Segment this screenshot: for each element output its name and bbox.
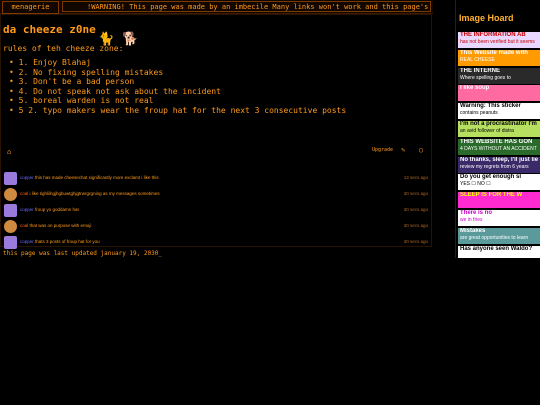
banner-headline: I'm not a procrastinator I'm bbox=[460, 121, 537, 127]
avatar[interactable] bbox=[4, 188, 17, 201]
banner-subline: are great opportunities to learn bbox=[460, 234, 529, 241]
sidebar-banner[interactable]: This Website made with REAL CHEESE bbox=[458, 49, 540, 66]
sidebar-banner[interactable]: THIS WEBSITE HAS GON 4 DAYS WITHOUT AN AC… bbox=[458, 138, 540, 155]
sidebar-banner[interactable]: I'm not a procrastinator I'm an avid foll… bbox=[458, 121, 540, 137]
rules-heading: rules of teh cheeze zone: bbox=[3, 44, 124, 53]
dog-sticker-icon: 🐕 bbox=[122, 32, 139, 47]
rule-item: 1. Enjoy Blahaj bbox=[9, 58, 346, 68]
banner-subline: REAL CHEESE bbox=[460, 56, 495, 63]
banner-headline: I like soup bbox=[460, 85, 490, 92]
chat-text: i like tighliihgjhgbuwtghjgtrwrgrgning a… bbox=[29, 191, 160, 196]
rule-item: 4. Do not speak not ask about the incide… bbox=[9, 87, 346, 97]
avatar[interactable] bbox=[4, 220, 17, 233]
sidebar-banner[interactable]: There is no we in fries bbox=[458, 210, 540, 226]
banner-subline: Where spelling goes to bbox=[460, 74, 511, 81]
edit-icon[interactable]: ✎ bbox=[401, 146, 405, 154]
sidebar-banner[interactable]: Mistakes are great opportunities to learn bbox=[458, 227, 540, 244]
chat-text: thats 3 posts of froup hat for you bbox=[35, 239, 100, 244]
chat-message: copper this has made cheesechat signific… bbox=[4, 172, 428, 187]
chat-timestamp: 30 secs ago bbox=[403, 239, 428, 244]
chat-username[interactable]: copper bbox=[20, 239, 34, 244]
top-bar: menagerie !WARNING! This page was made b… bbox=[0, 0, 433, 14]
chat-message: copper thats 3 posts of froup hat for yo… bbox=[4, 236, 428, 251]
sidebar-banner[interactable]: Warning: This sticker contains peanuts bbox=[458, 103, 540, 120]
page-title: da cheeze z0ne bbox=[3, 23, 96, 36]
chat-timestamp: 30 secs ago bbox=[403, 191, 428, 196]
banner-subline: YES ☐ NO ☐ bbox=[460, 181, 491, 188]
chat-message: coal that was on purpose with emoji 30 s… bbox=[4, 220, 428, 235]
chat-message: coal i like tighliihgjhgbuwtghjgtrwrgrgn… bbox=[4, 188, 428, 203]
banner-headline: THE INTERNE bbox=[460, 67, 501, 74]
chat-text: that was on purpose with emoji bbox=[29, 223, 92, 228]
chat-message: copper froup yo goddamn hat 30 secs ago bbox=[4, 204, 428, 219]
sidebar-banner[interactable]: Do you get enough sl YES ☐ NO ☐ bbox=[458, 174, 540, 191]
banner-headline: Warning: This sticker bbox=[460, 103, 521, 110]
banner-headline: Mistakes bbox=[460, 227, 486, 234]
image-hoard-sidebar: Image Hoard THE INFORMATION AB has not be… bbox=[455, 0, 540, 258]
chat-timestamp: 30 secs ago bbox=[403, 207, 428, 212]
chat-timestamp: 30 secs ago bbox=[403, 223, 428, 228]
sidebar-banner[interactable]: I like soup bbox=[458, 85, 540, 102]
banner-headline: SLEEP IS FOR THE W bbox=[460, 192, 523, 199]
chat-toolbar: ⌂ Upgrade ✎ ○ bbox=[5, 146, 427, 158]
menagerie-tab[interactable]: menagerie bbox=[2, 1, 59, 14]
banner-headline: This Website made with bbox=[460, 49, 528, 56]
gear-icon[interactable]: ○ bbox=[419, 146, 423, 154]
upgrade-link[interactable]: Upgrade bbox=[372, 147, 393, 153]
home-icon[interactable]: ⌂ bbox=[7, 148, 11, 156]
banner-headline: THE INFORMATION AB bbox=[460, 32, 526, 38]
last-updated-text: this page was last updated january 19, 2… bbox=[3, 250, 162, 257]
chat-timestamp: 13 secs ago bbox=[403, 175, 428, 180]
sidebar-banner[interactable]: THE INFORMATION AB has not been verified … bbox=[458, 32, 540, 48]
rule-item: 3. Don't be a bad person bbox=[9, 77, 346, 87]
banner-headline: Has anyone seen Waldo? bbox=[460, 245, 533, 252]
banner-subline: review my regrets from 6 years bbox=[460, 163, 529, 170]
avatar[interactable] bbox=[4, 236, 17, 249]
banner-headline: There is no bbox=[460, 210, 493, 216]
sidebar-banner[interactable]: SLEEP IS FOR THE W bbox=[458, 192, 540, 209]
banner-subline: has not been verified but it seems bbox=[460, 39, 535, 45]
banner-subline: an avid follower of distra bbox=[460, 128, 514, 134]
chat-username[interactable]: coal bbox=[20, 191, 28, 196]
warning-marquee: !WARNING! This page was made by an imbec… bbox=[62, 1, 431, 12]
chat-username[interactable]: copper bbox=[20, 207, 34, 212]
sidebar-banner[interactable]: THE INTERNE Where spelling goes to bbox=[458, 67, 540, 84]
sidebar-title: Image Hoard bbox=[459, 13, 514, 23]
sidebar-banner[interactable]: No thanks, sleep, I'll just lie review my… bbox=[458, 156, 540, 173]
chat-username[interactable]: copper bbox=[20, 175, 34, 180]
rule-item: 5. boreal warden is not real bbox=[9, 96, 346, 106]
banner-subline: 4 DAYS WITHOUT AN ACCIDENT bbox=[460, 145, 537, 152]
rule-item: 2. No fixing spelling mistakes bbox=[9, 68, 346, 78]
avatar[interactable] bbox=[4, 204, 17, 217]
avatar[interactable] bbox=[4, 172, 17, 185]
banner-subline: contains peanuts bbox=[460, 110, 498, 117]
chat-text: this has made cheesechat significantly m… bbox=[35, 175, 159, 180]
sidebar-banner[interactable]: Has anyone seen Waldo? bbox=[458, 245, 540, 258]
rules-list: 1. Enjoy Blahaj 2. No fixing spelling mi… bbox=[9, 58, 347, 116]
chat-username[interactable]: coal bbox=[20, 223, 28, 228]
banner-subline: we in fries bbox=[460, 217, 483, 223]
chat-text: froup yo goddamn hat bbox=[35, 207, 79, 212]
banner-headline: THIS WEBSITE HAS GON bbox=[460, 138, 533, 145]
banner-headline: Do you get enough sl bbox=[460, 174, 521, 181]
rule-item: 5 2. typo makers wear the froup hat for … bbox=[9, 106, 347, 116]
banner-headline: No thanks, sleep, I'll just lie bbox=[460, 156, 539, 163]
